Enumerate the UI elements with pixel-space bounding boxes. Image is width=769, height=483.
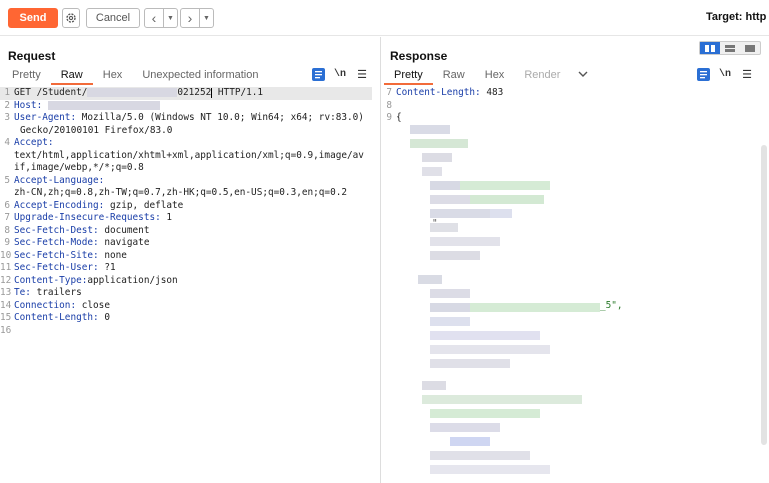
request-line: 10 Sec-Fetch-Site: none xyxy=(0,249,127,261)
request-line: if,image/webp,*/*;q=0.8 xyxy=(14,162,144,173)
request-line: 16 xyxy=(0,324,12,336)
layout-side-by-side-button[interactable] xyxy=(700,42,720,54)
visible-json-fragment: _5", xyxy=(600,300,623,311)
back-button[interactable]: ‹ xyxy=(145,9,163,27)
request-menu-button[interactable]: ☰ xyxy=(355,67,369,81)
toolbar: Send Cancel ‹ ▼ › ▼ Target: http xyxy=(0,0,769,36)
newline-toggle-button[interactable]: \n xyxy=(333,67,347,81)
request-line: 4 Accept: xyxy=(4,137,54,148)
format-icon xyxy=(311,67,325,81)
target-label: Target: http xyxy=(706,11,767,23)
response-tabs: Pretty Raw Hex Render xyxy=(384,67,570,85)
rows-icon xyxy=(725,44,735,52)
format-toggle-button[interactable] xyxy=(696,67,710,81)
request-line: 7 Upgrade-Insecure-Requests: 1 xyxy=(4,212,173,223)
request-line: 11 Sec-Fetch-User: ?1 xyxy=(0,262,116,273)
single-pane-icon xyxy=(745,44,755,52)
redacted-json-body: " _5", xyxy=(400,125,760,483)
tab-raw[interactable]: Raw xyxy=(50,67,93,85)
request-line: 3 User-Agent: Mozilla/5.0 (Windows NT 10.… xyxy=(4,112,364,123)
gear-icon xyxy=(66,13,76,23)
newline-icon: \n xyxy=(333,68,346,80)
layout-stacked-button[interactable] xyxy=(720,42,740,54)
forward-nav: › ▼ xyxy=(180,8,214,28)
more-tabs-button[interactable] xyxy=(578,69,588,81)
response-pane: Response Pretty Raw Hex Render \n ☰ 7 Con… xyxy=(382,37,769,483)
request-line: 14 Connection: close xyxy=(0,299,110,311)
settings-button[interactable] xyxy=(62,8,80,28)
response-menu-button[interactable]: ☰ xyxy=(740,67,754,81)
chevron-down-icon xyxy=(578,71,588,77)
request-pane: Request Pretty Raw Hex Unexpected inform… xyxy=(0,37,381,483)
hamburger-icon: ☰ xyxy=(742,68,752,81)
request-line: 12 Content-Type:application/json xyxy=(0,274,178,286)
caret-down-icon: ▼ xyxy=(203,14,210,22)
request-line: 8 Sec-Fetch-Dest: document xyxy=(4,224,150,236)
request-line: zh-CN,zh;q=0.8,zh-TW;q=0.7,zh-HK;q=0.5,e… xyxy=(14,187,348,198)
tab-hex[interactable]: Hex xyxy=(93,67,133,85)
response-editor[interactable]: 7 Content-Length: 483 8 9{ " _5", xyxy=(382,87,760,483)
tab-hex[interactable]: Hex xyxy=(475,67,515,85)
response-title: Response xyxy=(390,49,448,63)
request-line: 2 Host: xyxy=(0,100,372,113)
tab-pretty[interactable]: Pretty xyxy=(2,67,51,85)
request-line: 5 Accept-Language: xyxy=(4,174,105,186)
request-editor[interactable]: 1 GET /Student/021252 HTTP/1.1 2 Host: 3 Us… xyxy=(0,87,372,483)
request-line: 13 Te: trailers xyxy=(0,287,82,298)
columns-icon xyxy=(705,44,715,52)
back-history-dropdown[interactable]: ▼ xyxy=(163,9,177,27)
tab-pretty[interactable]: Pretty xyxy=(384,67,433,85)
request-tool-icons: \n ☰ xyxy=(311,67,369,81)
layout-tabbed-button[interactable] xyxy=(740,42,760,54)
cancel-button[interactable]: Cancel xyxy=(86,8,140,28)
response-line: 8 xyxy=(386,99,392,111)
newline-toggle-button[interactable]: \n xyxy=(718,67,732,81)
request-line: 6 Accept-Encoding: gzip, deflate xyxy=(4,199,184,211)
chevron-left-icon: ‹ xyxy=(151,10,157,26)
tab-raw[interactable]: Raw xyxy=(433,67,475,85)
request-title: Request xyxy=(8,49,56,63)
response-line: 7 Content-Length: 483 xyxy=(386,87,504,98)
redacted-quote: " xyxy=(432,218,438,229)
newline-icon: \n xyxy=(718,68,731,80)
layout-toggle xyxy=(699,41,761,55)
response-scrollbar[interactable] xyxy=(761,145,767,445)
send-button[interactable]: Send xyxy=(8,8,58,28)
request-line: 1 GET /Student/021252 HTTP/1.1 xyxy=(0,87,372,100)
request-line: text/html,application/xhtml+xml,applicat… xyxy=(14,149,364,161)
back-nav: ‹ ▼ xyxy=(144,8,178,28)
response-line: 9{ xyxy=(386,112,402,123)
request-line: 15 Content-Length: 0 xyxy=(0,312,110,323)
forward-button[interactable]: › xyxy=(181,9,199,27)
request-tabs: Pretty Raw Hex Unexpected information xyxy=(2,67,269,85)
chevron-right-icon: › xyxy=(187,10,193,26)
hamburger-icon: ☰ xyxy=(357,68,367,81)
forward-history-dropdown[interactable]: ▼ xyxy=(199,9,213,27)
tab-unexpected-information[interactable]: Unexpected information xyxy=(132,67,268,85)
response-tool-icons: \n ☰ xyxy=(696,67,754,81)
request-line: 9 Sec-Fetch-Mode: navigate xyxy=(4,237,150,248)
request-line: Gecko/20100101 Firefox/83.0 xyxy=(20,124,173,136)
format-toggle-button[interactable] xyxy=(311,67,325,81)
tab-render[interactable]: Render xyxy=(514,67,570,85)
format-icon xyxy=(696,67,710,81)
caret-down-icon: ▼ xyxy=(167,14,174,22)
